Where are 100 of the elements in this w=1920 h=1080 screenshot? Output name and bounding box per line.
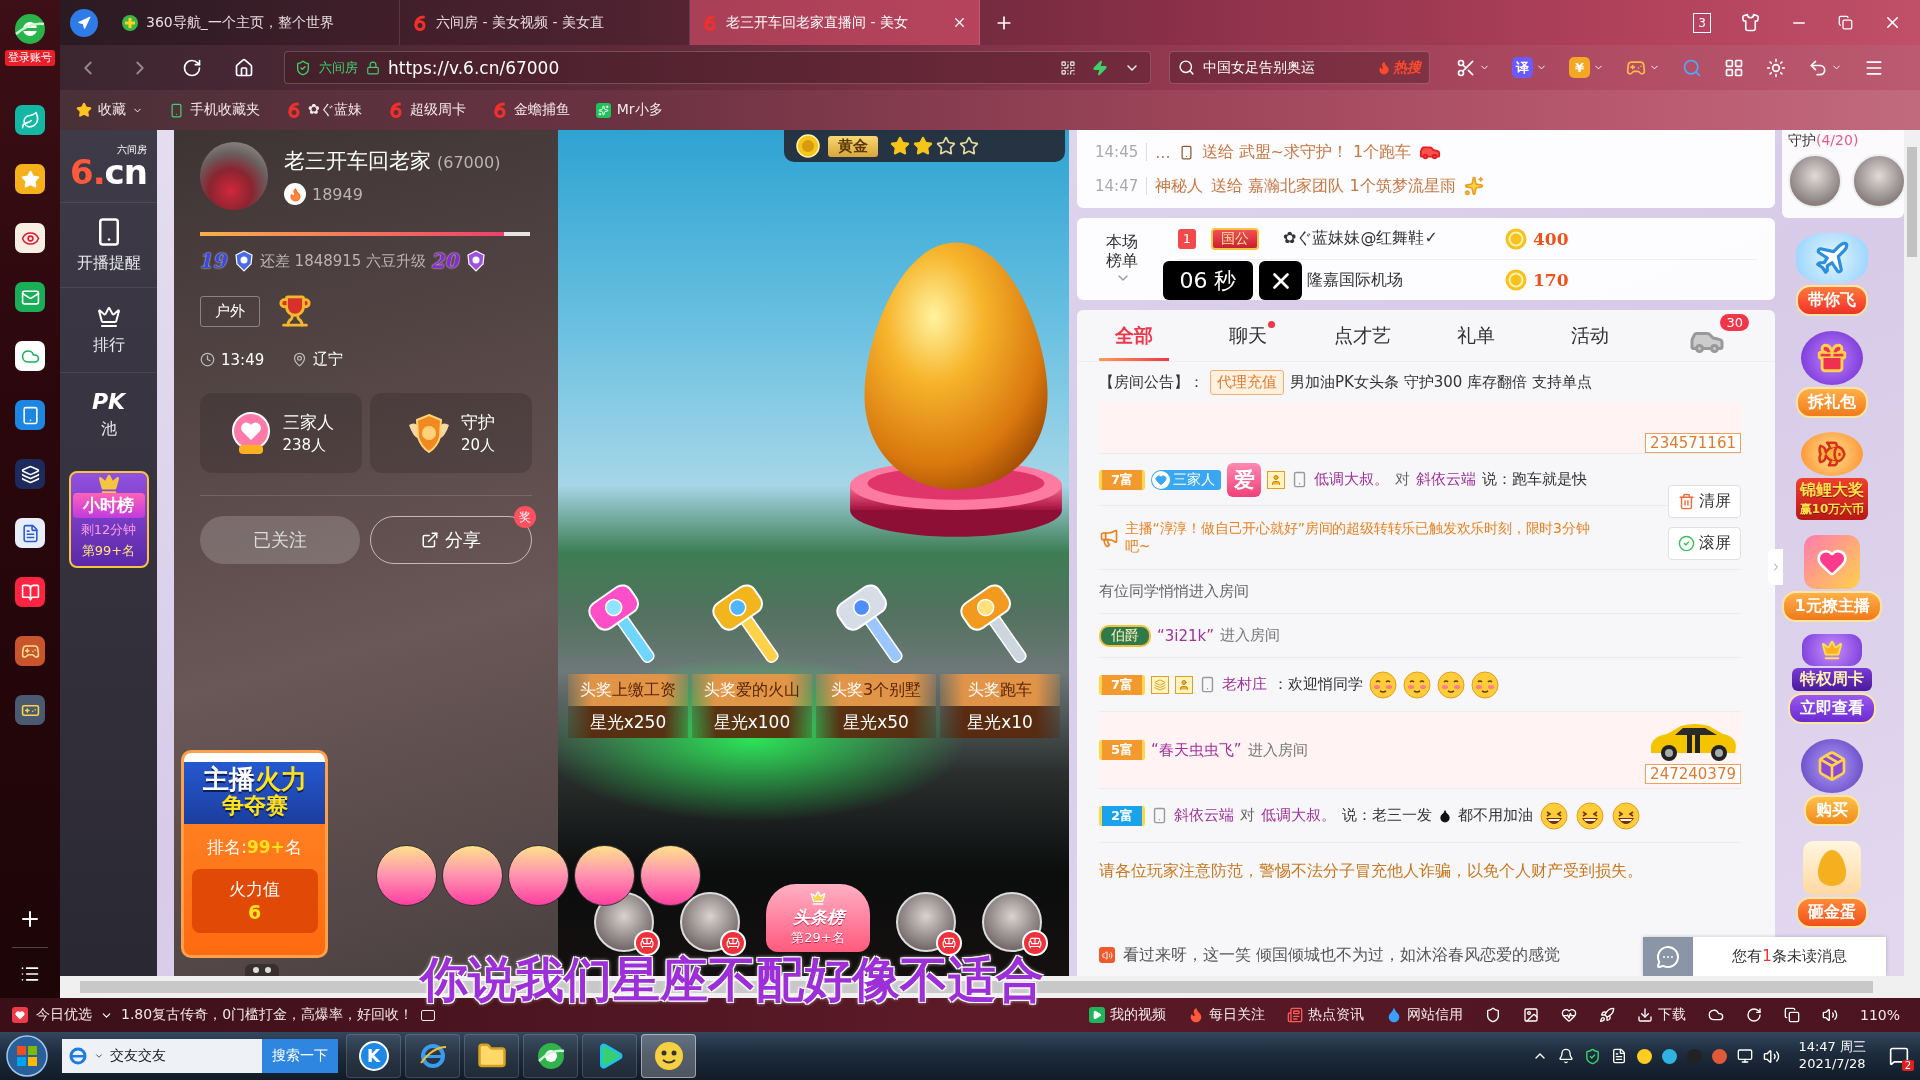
site-nav-item[interactable]: 开播提醒	[60, 202, 157, 287]
bookmark-item[interactable]: 超级周卡	[387, 101, 466, 119]
status-link[interactable]: 每日关注	[1187, 1006, 1265, 1024]
unread-messages-bar[interactable]: 您有1条未读消息	[1643, 937, 1886, 976]
vertical-scrollbar[interactable]	[1904, 130, 1920, 976]
start-button[interactable]	[6, 1035, 48, 1077]
translate-button[interactable]: 译	[1512, 57, 1533, 78]
book-app-icon[interactable]	[15, 577, 45, 607]
close-tab-icon[interactable]	[952, 15, 967, 30]
user-name[interactable]: “春天虫虫飞”	[1151, 740, 1242, 760]
taskbar-app-button[interactable]	[582, 1034, 637, 1078]
user-name[interactable]: 老村庄	[1222, 675, 1268, 694]
status-link[interactable]: 我的视频	[1088, 1006, 1166, 1024]
heart-pulse-icon[interactable]	[1560, 1007, 1577, 1023]
eye-app-icon[interactable]	[15, 223, 45, 253]
expand-handle[interactable]	[1768, 549, 1783, 585]
user-name[interactable]: 斜依云端	[1416, 470, 1477, 489]
image-icon[interactable]	[1522, 1007, 1539, 1023]
chat-tab[interactable]: 聊天	[1191, 310, 1305, 361]
taskbar-app-button[interactable]	[464, 1034, 519, 1078]
hour-rank-badge[interactable]: 小时榜 剩12分钟 第99+名	[68, 471, 149, 568]
category-tag[interactable]: 户外	[200, 295, 260, 327]
fire-contest-card[interactable]: 主播火力 争夺赛 排名:99+名 火力值 6	[181, 750, 328, 958]
volume-icon[interactable]	[1821, 1007, 1838, 1023]
bookmark-item[interactable]: ✿ぐ蓝妹	[286, 101, 362, 119]
chat-control-button[interactable]: 清屏	[1668, 485, 1741, 518]
notification-button[interactable]: 2	[1884, 1041, 1914, 1071]
stat-card[interactable]: 三家人 238人	[200, 393, 362, 473]
stat-card[interactable]: 守护 20人	[370, 393, 532, 473]
tablet-app-icon[interactable]	[15, 400, 45, 430]
chat-tab[interactable]: 礼单	[1419, 310, 1533, 361]
taskbar-app-button[interactable]	[523, 1034, 578, 1078]
bell-icon[interactable]	[1558, 1048, 1575, 1064]
layers-app-icon[interactable]	[15, 459, 45, 489]
taskbar-clock[interactable]: 14:47 周三 2021/7/28	[1798, 1039, 1866, 1073]
site-logo[interactable]: 六间房 6.cn	[70, 130, 147, 202]
site-nav-item[interactable]: PK 池	[60, 372, 157, 457]
shield-icon[interactable]	[1584, 1047, 1602, 1065]
refresh-icon[interactable]	[1745, 1007, 1762, 1023]
bookmark-item[interactable]: 手机收藏夹	[169, 101, 260, 119]
lightning-icon[interactable]	[1092, 59, 1108, 76]
avatar-placeholder[interactable]	[896, 892, 956, 952]
game-app-icon[interactable]	[15, 636, 45, 666]
today-picks-link[interactable]: 今日优选	[36, 1006, 92, 1024]
browser-tab[interactable]: 老三开车回老家直播间 - 美女	[690, 0, 980, 45]
reload-icon[interactable]	[182, 57, 202, 78]
scissors-icon[interactable]	[1456, 57, 1476, 78]
taskbar-search-button[interactable]: 搜索一下	[262, 1039, 338, 1073]
koi-prize-banner[interactable]: 锦鲤大奖 赢10万六币	[1795, 478, 1869, 520]
ranking-user-name[interactable]: ✿ぐ蓝妹妹@红舞鞋✓	[1283, 228, 1438, 249]
search-field[interactable]: 中国女足告别奥运 热搜	[1169, 51, 1430, 84]
login-account-button[interactable]: 登录账号	[5, 50, 55, 66]
chat-tab[interactable]: 点才艺	[1305, 310, 1419, 361]
taskbar-app-button[interactable]	[405, 1034, 460, 1078]
restore-icon[interactable]	[1838, 15, 1853, 30]
taskbar-app-button[interactable]	[641, 1034, 696, 1078]
bookmark-item[interactable]: 收藏	[76, 101, 143, 119]
user-name[interactable]: 低调大叔。	[1314, 470, 1390, 489]
network-icon[interactable]	[1737, 1048, 1754, 1064]
taskbar-search-field[interactable]: 交友交友	[62, 1039, 262, 1073]
window-count-button[interactable]: 3	[1693, 12, 1711, 33]
site-nav-item[interactable]: 排行	[60, 287, 157, 372]
undo-icon[interactable]	[1808, 57, 1828, 78]
chat-control-button[interactable]: 滚屏	[1668, 527, 1741, 560]
list-icon[interactable]	[20, 964, 40, 984]
status-link[interactable]: 下载	[1636, 1006, 1686, 1024]
tray-app-icon[interactable]	[1637, 1048, 1653, 1064]
copy-icon[interactable]	[1783, 1007, 1800, 1023]
chat-tab[interactable]: 活动	[1533, 310, 1647, 361]
promo-link[interactable]: 1.80复古传奇，0门槛打金，高爆率，好回收！	[121, 1006, 414, 1024]
navigation-icon[interactable]	[70, 8, 98, 37]
car-tab[interactable]: 30	[1689, 310, 1749, 361]
volume-icon[interactable]	[1763, 1047, 1781, 1065]
star-app-icon[interactable]	[15, 164, 45, 194]
browser-logo-icon[interactable]	[13, 12, 47, 46]
brightness-icon[interactable]	[1766, 57, 1786, 78]
document-icon[interactable]	[1611, 1048, 1628, 1064]
tray-app-icon[interactable]	[1712, 1048, 1728, 1064]
grid-icon[interactable]	[1724, 57, 1744, 78]
address-field[interactable]: 六间房 https://v.6.cn/67000	[284, 51, 1151, 84]
chat-tab[interactable]: 全部	[1077, 310, 1191, 361]
ranking-user-name[interactable]: 隆嘉国际机场	[1307, 269, 1403, 291]
shield-icon[interactable]	[1484, 1007, 1501, 1023]
leaf-app-icon[interactable]	[15, 105, 45, 135]
bookmark-item[interactable]: Mr小多	[595, 101, 663, 119]
tray-app-icon[interactable]	[1662, 1048, 1678, 1064]
close-button[interactable]	[1259, 261, 1302, 300]
avatar-placeholder[interactable]	[982, 892, 1042, 952]
follow-button[interactable]: 已关注	[200, 516, 360, 564]
user-name[interactable]: 斜依云端	[1174, 806, 1235, 825]
game-app-icon[interactable]	[15, 695, 45, 725]
user-name[interactable]: “3i21k”	[1157, 626, 1215, 645]
qr-code-icon[interactable]	[1060, 59, 1076, 76]
status-link[interactable]: 网站信用	[1385, 1006, 1463, 1024]
rocket-icon[interactable]	[1598, 1007, 1615, 1023]
user-name[interactable]: 低调大叔。	[1261, 806, 1337, 825]
cloud-app-icon[interactable]	[15, 341, 45, 371]
bookmark-item[interactable]: 金蟾捕鱼	[491, 101, 570, 119]
document-app-icon[interactable]	[15, 518, 45, 548]
status-link[interactable]: 热点资讯	[1286, 1006, 1364, 1024]
